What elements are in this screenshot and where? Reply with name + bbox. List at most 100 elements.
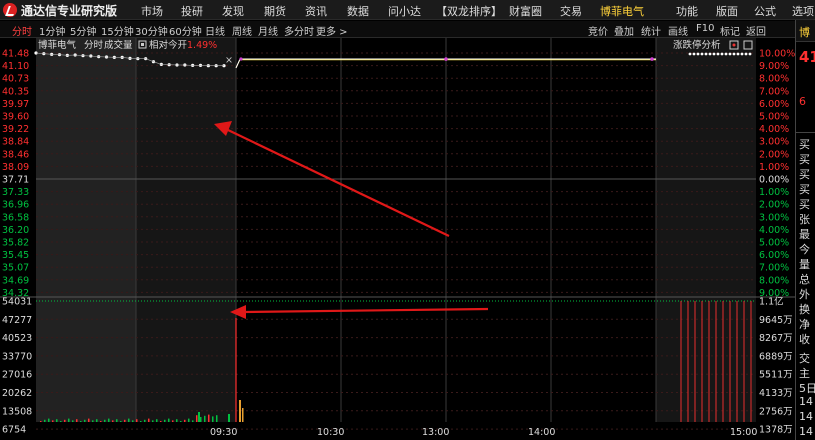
price-tick-label: 35.45 — [2, 250, 29, 261]
side-label-16: 5日 — [799, 382, 815, 395]
side-label-13: 收 — [799, 333, 810, 346]
side-label-10: 外 — [799, 288, 810, 301]
volume-bar — [152, 420, 154, 422]
volume-bar — [116, 419, 118, 422]
volume-bar — [68, 418, 70, 422]
side-label-0: 买 — [799, 138, 810, 151]
time-tick-label: 14:00 — [528, 427, 555, 438]
volume-bar — [72, 420, 74, 422]
app-title: 通达信专业研究版 — [21, 4, 118, 18]
limit-up-point — [716, 52, 720, 56]
price-marker — [239, 57, 243, 61]
pct-tick-label: 4.00% — [759, 124, 789, 135]
volume-tick-label: 13508 — [2, 406, 32, 417]
volume-bar — [132, 420, 134, 422]
period-month[interactable]: 月线 — [258, 23, 278, 38]
menu-function[interactable]: 功能 — [676, 3, 698, 19]
volume-bar — [88, 418, 90, 422]
tool-overlay[interactable]: 叠加 — [614, 23, 634, 38]
volume-bar — [60, 421, 62, 422]
menu-stock[interactable]: 博菲电气 — [600, 3, 644, 19]
quote-side-panel: 博 41 6 买 买 买 买 买 张 最 今 量 总 外 换 净 收 交 主 5… — [795, 20, 815, 440]
volume-bar — [120, 421, 122, 422]
volume-bar — [128, 418, 130, 422]
intraday-chart[interactable]: 41.48 10.00% 41.10 9.00% 40.73 8.00% 40.35 7.00… — [0, 38, 795, 440]
limit-up-point — [692, 52, 696, 56]
period-30min[interactable]: 30分钟 — [135, 23, 168, 38]
period-more[interactable]: 更多 > — [316, 23, 348, 38]
menu-wealth[interactable]: 财富圈 — [509, 3, 542, 19]
menu-news[interactable]: 资讯 — [305, 3, 327, 19]
volume-bar — [112, 420, 114, 422]
menu-sort[interactable]: 【双龙排序】 — [436, 3, 502, 19]
limit-up-point — [748, 52, 752, 56]
menu-research[interactable]: 投研 — [181, 3, 203, 19]
volume-bar — [239, 400, 241, 422]
volume-bar — [176, 419, 178, 422]
side-label-15: 主 — [799, 367, 810, 380]
volume-bar — [156, 419, 158, 422]
volume-bar — [184, 419, 186, 422]
period-5min[interactable]: 5分钟 — [70, 23, 96, 38]
period-week[interactable]: 周线 — [232, 23, 252, 38]
period-toolbar: 分时 1分钟 5分钟 15分钟 30分钟 60分钟 日线 周线 月线 多分时 更… — [0, 21, 815, 38]
tool-back[interactable]: 返回 — [746, 23, 766, 38]
volume-bar — [108, 418, 110, 422]
period-multi[interactable]: 多分时 — [284, 23, 314, 38]
limit-analysis-label[interactable]: 涨跌停分析 — [673, 39, 721, 51]
menu-futures[interactable]: 期货 — [264, 3, 286, 19]
volume-bar — [212, 416, 214, 422]
price-tick-label: 37.71 — [2, 175, 29, 186]
close-icon[interactable]: × — [225, 55, 233, 66]
volume-bar — [216, 415, 218, 422]
menu-market[interactable]: 市场 — [141, 3, 163, 19]
period-intraday[interactable]: 分时 — [12, 23, 32, 38]
volume-bar — [228, 414, 230, 422]
price-tick-label: 36.96 — [2, 200, 29, 211]
price-tick-label: 38.46 — [2, 149, 29, 160]
price-tick-label: 41.10 — [2, 61, 29, 72]
volume-bar — [80, 421, 82, 422]
tool-f10[interactable]: F10 — [696, 23, 714, 34]
volume-bar — [100, 421, 102, 422]
tool-mark[interactable]: 标记 — [720, 23, 740, 38]
limit-up-point — [740, 52, 744, 56]
pct-tick-label: 5.00% — [759, 112, 789, 123]
menu-trade[interactable]: 交易 — [560, 3, 582, 19]
period-1min[interactable]: 1分钟 — [39, 23, 65, 38]
price-tick-label: 36.58 — [2, 212, 29, 223]
period-60min[interactable]: 60分钟 — [169, 23, 202, 38]
volume-bar — [124, 419, 126, 422]
volume-bar — [76, 419, 78, 422]
volume-bar — [136, 419, 138, 422]
side-label-19: 14 — [799, 425, 813, 438]
tool-auction[interactable]: 竞价 — [588, 23, 608, 38]
period-15min[interactable]: 15分钟 — [101, 23, 134, 38]
price-tick-label: 39.97 — [2, 99, 29, 110]
side-small-value: 6 — [799, 95, 806, 108]
volume-amount-tick-label: 1378万 — [759, 425, 793, 436]
pct-tick-label: 9.00% — [759, 61, 789, 72]
price-tick-label: 39.22 — [2, 124, 29, 135]
side-label-11: 换 — [799, 303, 810, 316]
volume-amount-tick-label: 6889万 — [759, 351, 793, 362]
menu-formula[interactable]: 公式 — [754, 3, 776, 19]
menu-options[interactable]: 选项 — [792, 3, 814, 19]
menu-layout[interactable]: 版面 — [716, 3, 738, 19]
tool-draw[interactable]: 画线 — [668, 23, 688, 38]
limit-up-point — [724, 52, 728, 56]
limit-up-point — [688, 52, 692, 56]
limit-up-point — [712, 52, 716, 56]
volume-bar — [200, 417, 202, 422]
side-label-4: 买 — [799, 198, 810, 211]
volume-bar — [48, 418, 50, 422]
period-day[interactable]: 日线 — [205, 23, 225, 38]
menu-discover[interactable]: 发现 — [222, 3, 244, 19]
menu-ask[interactable]: 问小达 — [388, 3, 421, 19]
pct-tick-label: 4.00% — [759, 225, 789, 236]
menu-data[interactable]: 数据 — [347, 3, 369, 19]
price-tick-label: 38.84 — [2, 137, 29, 148]
volume-bar — [160, 421, 162, 422]
tool-stats[interactable]: 统计 — [641, 23, 661, 38]
pct-tick-label: 3.00% — [759, 212, 789, 223]
